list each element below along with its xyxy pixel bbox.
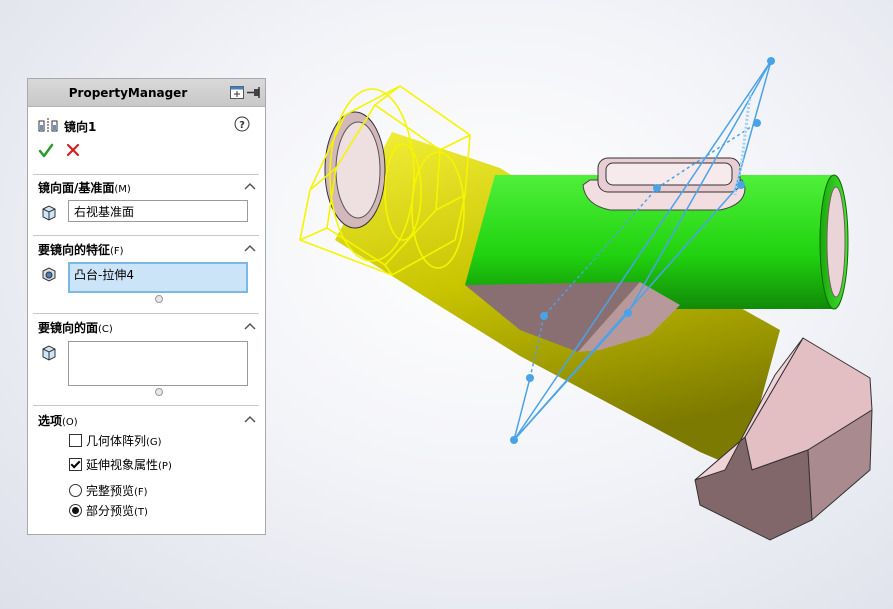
- cancel-x-icon[interactable]: [66, 143, 80, 157]
- propagate-visual-label[interactable]: 延伸视象属性(P): [86, 456, 172, 473]
- features-icon: [42, 267, 56, 282]
- divider: [33, 405, 259, 406]
- green-pipe-bore: [826, 186, 846, 298]
- slot-hole: [605, 162, 733, 186]
- geometry-pattern-checkbox[interactable]: [69, 434, 82, 447]
- mirror-face-shortcut: (M): [114, 184, 131, 195]
- faces-to-mirror-shortcut: (C): [98, 324, 113, 335]
- chevron-up-icon[interactable]: [244, 415, 256, 423]
- divider: [33, 235, 259, 236]
- mirror-plane-field[interactable]: 右视基准面: [68, 200, 248, 222]
- geometry-pattern-text: 几何体阵列: [86, 434, 147, 448]
- full-preview-label[interactable]: 完整预览(F): [86, 482, 148, 499]
- divider: [33, 174, 259, 175]
- options-section-title[interactable]: 选项(O): [38, 412, 78, 429]
- property-manager-header: PropertyManager: [28, 79, 265, 107]
- property-manager-title: PropertyManager: [68, 86, 188, 100]
- ok-check-icon[interactable]: [38, 143, 54, 159]
- partial-preview-radio[interactable]: [69, 504, 82, 517]
- faces-to-mirror-list[interactable]: [68, 341, 248, 386]
- face-icon: [42, 345, 56, 361]
- propagate-visual-text: 延伸视象属性: [86, 458, 159, 472]
- full-preview-text: 完整预览: [86, 484, 135, 498]
- pin-icon[interactable]: [246, 86, 262, 99]
- graphics-viewport[interactable]: [270, 0, 893, 609]
- divider: [33, 313, 259, 314]
- faces-to-mirror-title-text: 要镜向的面: [38, 321, 99, 335]
- pipe-left-bore: [335, 121, 381, 219]
- resize-grip[interactable]: [155, 388, 163, 396]
- propagate-visual-shortcut: (P): [158, 461, 172, 472]
- property-manager-panel: PropertyManager 镜向1 ? 镜向面/基准面(M) 右视基准面 要…: [27, 78, 266, 535]
- features-to-mirror-list[interactable]: 凸台-拉伸4: [68, 262, 248, 293]
- geometry-pattern-shortcut: (G): [146, 437, 162, 448]
- geometry-pattern-label[interactable]: 几何体阵列(G): [86, 432, 162, 449]
- features-to-mirror-section-title[interactable]: 要镜向的特征(F): [38, 241, 124, 258]
- full-preview-shortcut: (F): [134, 487, 148, 498]
- options-title-text: 选项: [38, 414, 63, 428]
- mirror-feature-icon: [38, 118, 58, 132]
- features-to-mirror-shortcut: (F): [110, 246, 124, 257]
- options-shortcut: (O): [62, 417, 78, 428]
- partial-preview-text: 部分预览: [86, 504, 135, 518]
- partial-preview-shortcut: (T): [134, 507, 148, 518]
- chevron-up-icon[interactable]: [244, 244, 256, 252]
- mirror-face-section-title[interactable]: 镜向面/基准面(M): [38, 179, 131, 196]
- faces-to-mirror-section-title[interactable]: 要镜向的面(C): [38, 319, 113, 336]
- face-plane-icon: [42, 205, 56, 221]
- full-preview-radio[interactable]: [69, 484, 82, 497]
- features-to-mirror-title-text: 要镜向的特征: [38, 243, 111, 257]
- chevron-up-icon[interactable]: [244, 322, 256, 330]
- mirror-face-title-text: 镜向面/基准面: [38, 181, 115, 195]
- resize-grip[interactable]: [155, 295, 163, 303]
- svg-text:?: ?: [239, 120, 245, 131]
- configuration-icon[interactable]: [230, 86, 244, 99]
- chevron-up-icon[interactable]: [244, 182, 256, 190]
- feature-name: 镜向1: [64, 120, 97, 134]
- propagate-visual-checkbox[interactable]: [69, 458, 82, 471]
- partial-preview-label[interactable]: 部分预览(T): [86, 502, 148, 519]
- help-icon[interactable]: ?: [234, 116, 250, 132]
